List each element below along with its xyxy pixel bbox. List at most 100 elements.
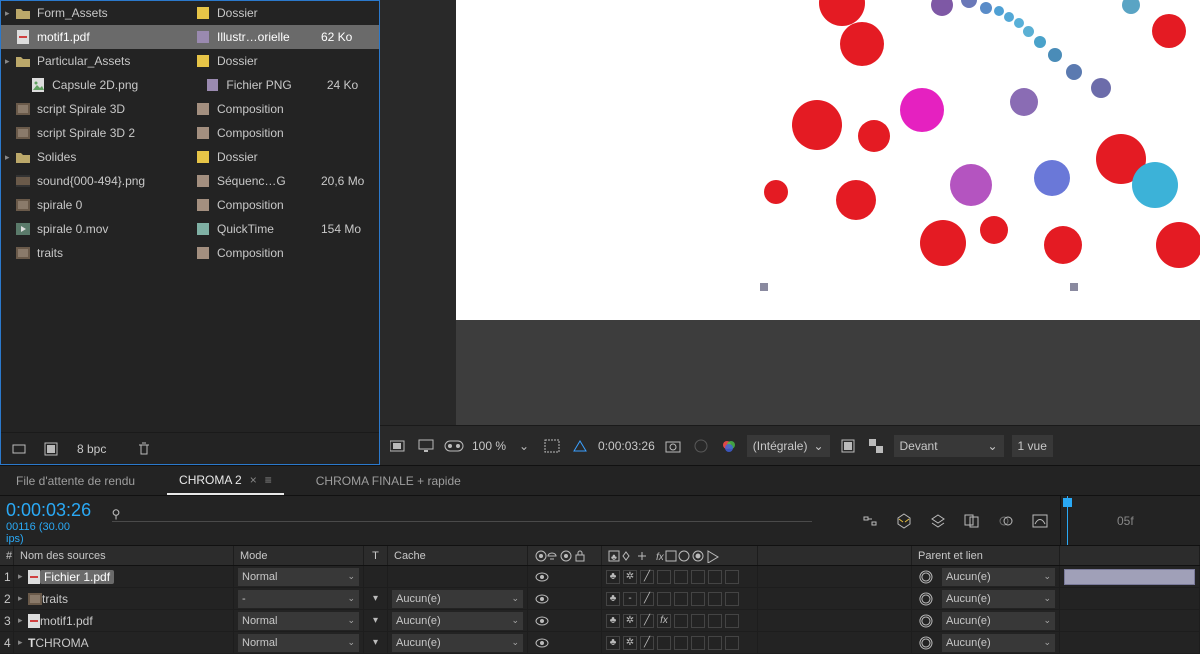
- quality-switch[interactable]: ╱: [640, 636, 654, 650]
- transform-handle[interactable]: [760, 283, 768, 291]
- time-ruler[interactable]: 05f: [1060, 496, 1200, 545]
- canvas-shape[interactable]: [836, 180, 876, 220]
- layer-name[interactable]: Fichier 1.pdf: [40, 570, 114, 584]
- 3d-switch[interactable]: [725, 570, 739, 584]
- shy-switch[interactable]: ♣: [606, 636, 620, 650]
- current-timecode[interactable]: 0:00:03:26: [6, 500, 86, 521]
- adjustment-switch[interactable]: [708, 614, 722, 628]
- col-cache[interactable]: Cache: [388, 546, 528, 565]
- canvas-shape[interactable]: [1048, 48, 1062, 62]
- col-t[interactable]: T: [364, 546, 388, 565]
- project-row[interactable]: spirale 0.movQuickTime154 Mo: [1, 217, 379, 241]
- timeline-layer-row[interactable]: 2▸traits-⌄▾Aucun(e)⌄♣-╱Aucun(e)⌄: [0, 588, 1200, 610]
- canvas-shape[interactable]: [1023, 26, 1034, 37]
- frame-blend-switch[interactable]: [674, 636, 688, 650]
- shy-switch[interactable]: ♣: [606, 570, 620, 584]
- eye-icon[interactable]: [532, 611, 552, 631]
- parent-select[interactable]: Aucun(e)⌄: [942, 590, 1055, 608]
- fx-switch[interactable]: [657, 570, 671, 584]
- 3d-switch[interactable]: [725, 636, 739, 650]
- draft3d-icon[interactable]: [894, 511, 914, 531]
- canvas-shape[interactable]: [858, 120, 890, 152]
- channel-icon[interactable]: [691, 436, 711, 456]
- label-swatch[interactable]: [197, 199, 209, 211]
- quality-switch[interactable]: ╱: [640, 570, 654, 584]
- pickwhip-icon[interactable]: [916, 633, 936, 653]
- col-parent[interactable]: Parent et lien: [912, 546, 1060, 565]
- tab-menu-icon[interactable]: ≡: [265, 473, 272, 487]
- canvas-shape[interactable]: [920, 220, 966, 266]
- comp-mini-flow-icon[interactable]: [860, 511, 880, 531]
- project-row[interactable]: ▸Form_AssetsDossier: [1, 1, 379, 25]
- canvas-shape[interactable]: [1132, 162, 1178, 208]
- layer-name[interactable]: motif1.pdf: [40, 614, 93, 628]
- project-row[interactable]: motif1.pdfIllustr…orielle62 Ko: [1, 25, 379, 49]
- search-icon[interactable]: ⚲: [106, 504, 126, 524]
- layer-name[interactable]: traits: [42, 592, 68, 606]
- timeline-layer-row[interactable]: 4▸TCHROMANormal⌄▾Aucun(e)⌄♣✲╱Aucun(e)⌄: [0, 632, 1200, 654]
- project-row[interactable]: script Spirale 3DComposition: [1, 97, 379, 121]
- snapshot-icon[interactable]: [663, 436, 683, 456]
- trackmatte-select[interactable]: Aucun(e)⌄: [392, 590, 523, 608]
- roi-icon[interactable]: [542, 436, 562, 456]
- canvas-shape[interactable]: [792, 100, 842, 150]
- expand-arrow[interactable]: ▸: [18, 637, 28, 648]
- pickwhip-icon[interactable]: [916, 589, 936, 609]
- magnify-icon[interactable]: [388, 436, 408, 456]
- expand-arrow[interactable]: ▸: [5, 56, 15, 67]
- canvas-shape[interactable]: [900, 88, 944, 132]
- canvas-shape[interactable]: [1156, 222, 1200, 268]
- eye-icon[interactable]: [532, 633, 552, 653]
- fx-switch[interactable]: [657, 636, 671, 650]
- trackmatte-select[interactable]: Aucun(e)⌄: [392, 634, 523, 652]
- chevron-down-icon[interactable]: ⌄: [514, 436, 534, 456]
- project-row[interactable]: script Spirale 3D 2Composition: [1, 121, 379, 145]
- layer-name[interactable]: CHROMA: [35, 636, 88, 650]
- canvas-shape[interactable]: [961, 0, 977, 8]
- fx-switch[interactable]: fx: [657, 614, 671, 628]
- trash-icon[interactable]: [134, 439, 154, 459]
- col-name[interactable]: Nom des sources: [14, 546, 234, 565]
- frame-blend-switch[interactable]: [674, 614, 688, 628]
- interpret-footage-icon[interactable]: [9, 439, 29, 459]
- collapse-switch[interactable]: ✲: [623, 636, 637, 650]
- canvas-shape[interactable]: [1034, 160, 1070, 196]
- motion-blur-switch[interactable]: [691, 614, 705, 628]
- canvas-shape[interactable]: [1044, 226, 1082, 264]
- timeline-tab[interactable]: CHROMA FINALE + rapide: [304, 466, 473, 495]
- canvas-shape[interactable]: [980, 216, 1008, 244]
- expand-arrow[interactable]: ▸: [18, 571, 28, 582]
- shy-switch[interactable]: ♣: [606, 614, 620, 628]
- trackmatte-t[interactable]: ▾: [364, 632, 388, 653]
- canvas-shape[interactable]: [1152, 14, 1186, 48]
- expand-arrow[interactable]: ▸: [5, 8, 15, 19]
- parent-select[interactable]: Aucun(e)⌄: [942, 634, 1055, 652]
- label-swatch[interactable]: [197, 247, 209, 259]
- canvas-shape[interactable]: [1014, 18, 1024, 28]
- label-swatch[interactable]: [197, 175, 209, 187]
- trackmatte-t[interactable]: ▾: [364, 610, 388, 631]
- blend-mode-select[interactable]: Normal⌄: [238, 568, 359, 586]
- composition-canvas[interactable]: [456, 0, 1200, 320]
- 3d-switch[interactable]: [725, 592, 739, 606]
- canvas-shape[interactable]: [764, 180, 788, 204]
- quality-switch[interactable]: ╱: [640, 614, 654, 628]
- canvas-shape[interactable]: [994, 6, 1004, 16]
- color-mgmt-icon[interactable]: [719, 436, 739, 456]
- canvas-shape[interactable]: [840, 22, 884, 66]
- motion-blur-icon[interactable]: [996, 511, 1016, 531]
- col-idx[interactable]: #: [0, 546, 14, 565]
- monitor-icon[interactable]: [416, 436, 436, 456]
- blend-mode-select[interactable]: Normal⌄: [238, 634, 359, 652]
- canvas-shape[interactable]: [1091, 78, 1111, 98]
- zoom-label[interactable]: 100 %: [472, 439, 506, 453]
- adjustment-switch[interactable]: [708, 636, 722, 650]
- layer-bar[interactable]: [1064, 569, 1195, 585]
- eye-icon[interactable]: [532, 589, 552, 609]
- canvas-shape[interactable]: [950, 164, 992, 206]
- expand-arrow[interactable]: ▸: [18, 615, 28, 626]
- trackmatte-t[interactable]: ▾: [364, 588, 388, 609]
- project-row[interactable]: Capsule 2D.pngFichier PNG24 Ko: [1, 73, 379, 97]
- project-row[interactable]: traitsComposition: [1, 241, 379, 265]
- canvas-shape[interactable]: [1122, 0, 1140, 14]
